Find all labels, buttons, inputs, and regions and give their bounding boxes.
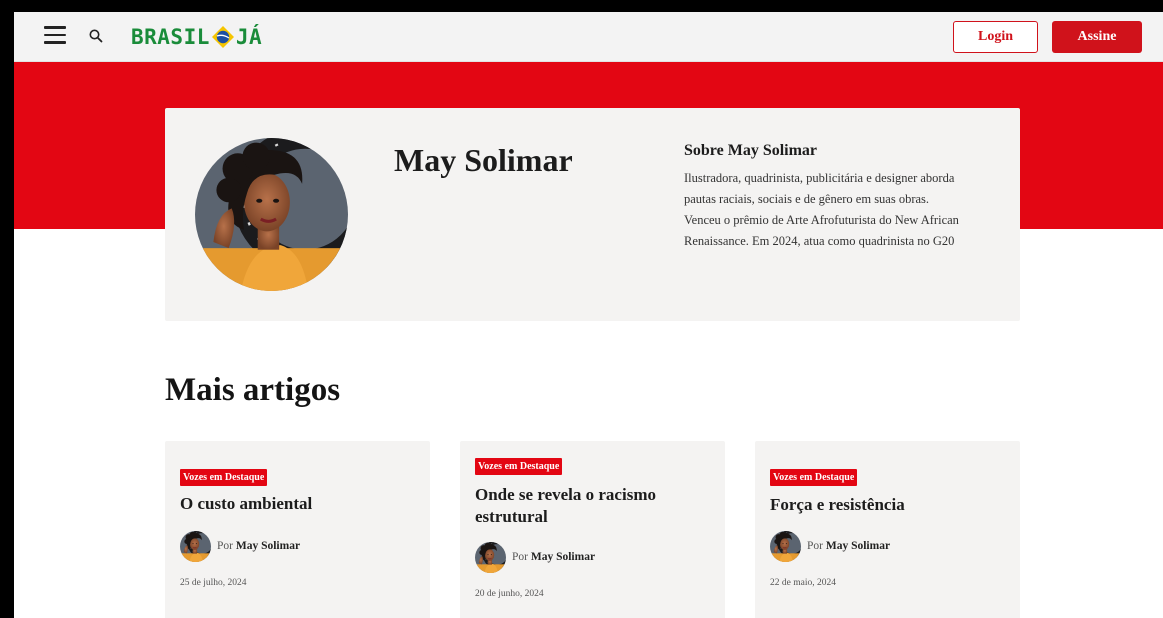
category-tag[interactable]: Vozes em Destaque <box>770 469 858 486</box>
logo-text-ja: JÁ <box>235 24 263 49</box>
article-date: 20 de junho, 2024 <box>475 589 544 599</box>
login-button[interactable]: Login <box>953 21 1038 53</box>
byline: Por May Solimar <box>807 540 890 552</box>
article-card[interactable]: Vozes em Destaque Onde se revela o racis… <box>460 441 725 618</box>
about-line: Ilustradora, quadrinista, publicitária e… <box>684 171 955 185</box>
logo-text-brasil: BRASIL <box>131 24 210 49</box>
article-title[interactable]: Força e resistência <box>770 494 1005 516</box>
byline-avatar <box>475 542 506 573</box>
byline-author[interactable]: May Solimar <box>826 540 890 552</box>
byline-prefix: Por <box>512 551 528 563</box>
brazil-flag-icon <box>211 26 234 48</box>
author-profile-card: May Solimar Sobre May Solimar Ilustrador… <box>165 108 1020 321</box>
byline: Por May Solimar <box>512 551 595 563</box>
top-navbar: BRASIL JÁ Login Assine <box>14 12 1163 62</box>
subscribe-button[interactable]: Assine <box>1052 21 1142 53</box>
article-date: 22 de maio, 2024 <box>770 578 836 588</box>
article-title[interactable]: Onde se revela o racismo estrutural <box>475 484 710 528</box>
about-line: pautas raciais, sociais e de gênero em s… <box>684 192 930 206</box>
author-name: May Solimar <box>394 142 573 178</box>
menu-icon[interactable] <box>44 26 66 44</box>
search-icon[interactable] <box>88 28 104 44</box>
article-date: 25 de julho, 2024 <box>180 578 247 588</box>
category-tag[interactable]: Vozes em Destaque <box>180 469 268 486</box>
category-tag[interactable]: Vozes em Destaque <box>475 458 563 475</box>
about-line: Renaissance. Em 2024, atua como quadrini… <box>684 234 955 248</box>
more-articles-heading: Mais artigos <box>165 372 341 408</box>
brasil-ja-logo[interactable]: BRASIL JÁ <box>131 23 262 51</box>
author-avatar <box>195 138 348 291</box>
article-card[interactable]: Vozes em Destaque O custo ambiental Por … <box>165 441 430 618</box>
byline-prefix: Por <box>217 540 233 552</box>
byline-author[interactable]: May Solimar <box>531 551 595 563</box>
byline-avatar <box>770 531 801 562</box>
about-title: Sobre May Solimar <box>684 142 818 159</box>
byline-avatar <box>180 531 211 562</box>
byline-prefix: Por <box>807 540 823 552</box>
about-text: Ilustradora, quadrinista, publicitária e… <box>684 168 1004 252</box>
about-line: Venceu o prêmio de Arte Afrofuturista do… <box>684 213 959 227</box>
byline-author[interactable]: May Solimar <box>236 540 300 552</box>
article-title[interactable]: O custo ambiental <box>180 493 415 515</box>
article-card[interactable]: Vozes em Destaque Força e resistência Po… <box>755 441 1020 618</box>
page-frame: BRASIL JÁ Login Assine May Solimar Sobre… <box>14 12 1163 618</box>
byline: Por May Solimar <box>217 540 300 552</box>
